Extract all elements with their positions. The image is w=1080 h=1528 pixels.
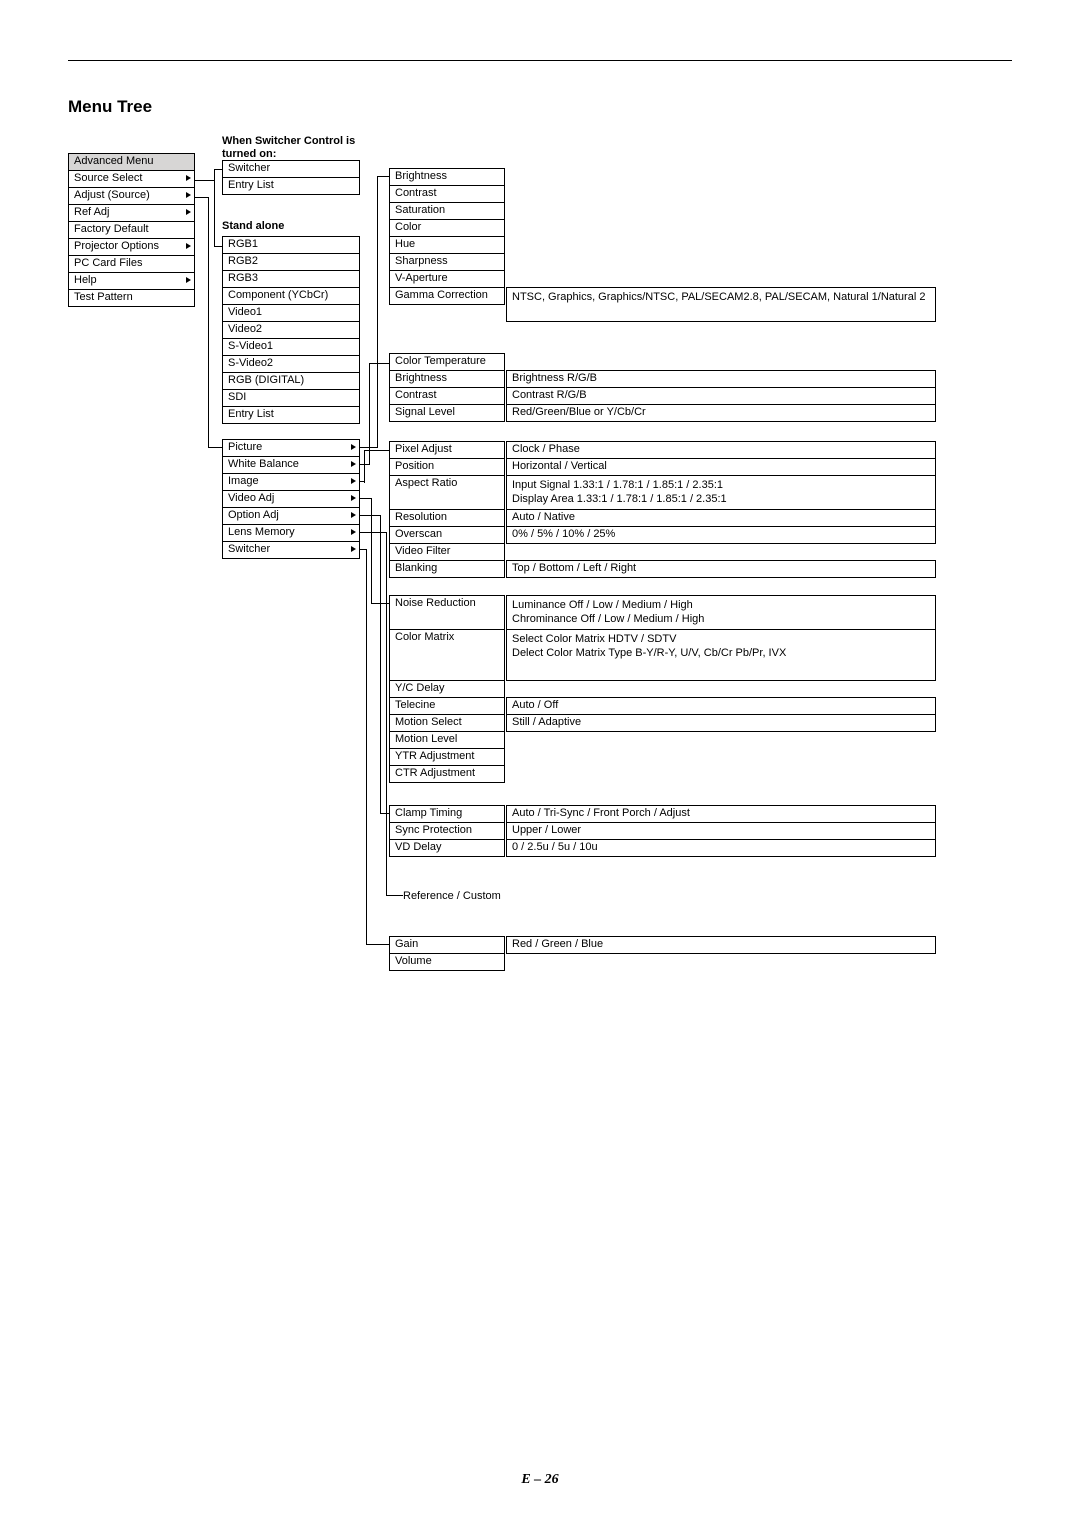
img-aspect: Input Signal 1.33:1 / 1.78:1 / 1.85:1 / …	[506, 475, 936, 510]
image-group: Pixel Adjust Position Aspect Ratio Resol…	[389, 441, 505, 578]
img-pos: Horizontal / Vertical	[506, 458, 936, 476]
img-blank: Top / Bottom / Left / Right	[506, 560, 936, 578]
gamma-value: NTSC, Graphics, Graphics/NTSC, PAL/SECAM…	[506, 287, 936, 322]
img-pixel: Clock / Phase	[506, 441, 936, 459]
adjust-source-box: PictureWhite BalanceImageVideo AdjOption…	[222, 439, 360, 559]
switcher-box: SwitcherEntry List	[222, 160, 360, 195]
option-adj-group: Clamp TimingSync ProtectionVD Delay	[389, 805, 505, 857]
wb-contrast-val: Contrast R/G/B	[506, 387, 936, 405]
wb-brightness-val: Brightness R/G/B	[506, 370, 936, 388]
img-over: 0% / 5% / 10% / 25%	[506, 526, 936, 544]
page-number: E – 26	[0, 1472, 1080, 1488]
va-noise: Luminance Off / Low / Medium / HighChrom…	[506, 595, 936, 630]
va-tele: Auto / Off	[506, 697, 936, 715]
switcher-control-label: When Switcher Control is turned on:	[222, 135, 382, 160]
va-matrix: Select Color Matrix HDTV / SDTVDelect Co…	[506, 629, 936, 681]
menu-tree-diagram: Advanced Menu Source SelectAdjust (Sourc…	[68, 153, 1012, 1203]
stand-alone-label: Stand alone	[222, 221, 284, 232]
oa-vd: 0 / 2.5u / 5u / 10u	[506, 839, 936, 857]
oa-sync: Upper / Lower	[506, 822, 936, 840]
lens-memory-value: Reference / Custom	[403, 891, 501, 902]
advanced-menu-box: Advanced Menu Source SelectAdjust (Sourc…	[68, 153, 195, 307]
switcher-sub-group: GainVolume	[389, 936, 505, 971]
va-motion: Still / Adaptive	[506, 714, 936, 732]
sw-gain: Red / Green / Blue	[506, 936, 936, 954]
advanced-menu-header: Advanced Menu	[69, 154, 194, 171]
page-title: Menu Tree	[68, 97, 1012, 117]
oa-clamp: Auto / Tri-Sync / Front Porch / Adjust	[506, 805, 936, 823]
wb-signal-val: Red/Green/Blue or Y/Cb/Cr	[506, 404, 936, 422]
stand-alone-box: RGB1RGB2RGB3Component (YCbCr)Video1Video…	[222, 236, 360, 424]
picture-group: BrightnessContrastSaturationColorHueShar…	[389, 168, 505, 305]
video-adj-group: Noise Reduction Color Matrix Y/C Delay T…	[389, 595, 505, 783]
img-res: Auto / Native	[506, 509, 936, 527]
white-balance-group: Color TemperatureBrightnessContrastSigna…	[389, 353, 505, 422]
